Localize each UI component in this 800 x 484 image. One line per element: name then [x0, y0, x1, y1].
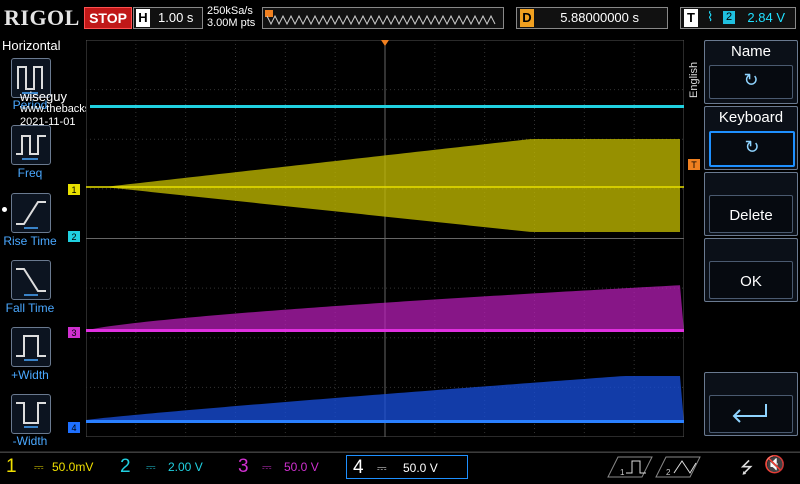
- ok-menu-item[interactable]: OK: [704, 238, 798, 302]
- delete-label: Delete: [729, 207, 773, 224]
- run-stop-indicator[interactable]: STOP: [84, 7, 132, 29]
- trigger-label: T: [684, 9, 698, 27]
- ch2-status[interactable]: 2 ⎓ 2.00 V: [118, 455, 228, 479]
- trigger-box[interactable]: T ⌇ 2 2.84 V: [680, 7, 796, 29]
- brand-logo: RIGOL: [4, 5, 80, 30]
- ch4-trace-baseline: [86, 420, 684, 423]
- page-indicator-dot: [2, 207, 7, 212]
- rotate-icon: ↻: [743, 70, 759, 90]
- fall-time-icon: [16, 268, 46, 296]
- ch1-coupling-icon: ⎓: [34, 460, 44, 474]
- panel-title: Horizontal: [2, 38, 61, 53]
- sample-rate: 250kSa/s: [207, 5, 253, 17]
- freq-icon: [16, 135, 46, 160]
- ch1-scale: 50.0mV: [52, 460, 94, 474]
- ch3-coupling-icon: ⎓: [262, 460, 272, 474]
- enter-icon: [732, 404, 767, 423]
- view-window-marker: [265, 10, 273, 17]
- timebase-label: H: [136, 9, 150, 27]
- keyboard-label: Keyboard: [718, 109, 784, 126]
- keyboard-menu-item[interactable]: Keyboard ↻: [704, 106, 798, 170]
- generator-1-icon[interactable]: 1: [607, 456, 653, 478]
- ch2-scale: 2.00 V: [168, 460, 203, 474]
- ch4-scale: 50.0 V: [403, 461, 438, 475]
- neg-width-button[interactable]: [11, 394, 51, 434]
- pos-width-button[interactable]: [11, 327, 51, 367]
- svg-text:2: 2: [666, 468, 671, 477]
- ch3-number: 3: [238, 456, 249, 477]
- generator-2-icon[interactable]: 2: [655, 456, 701, 478]
- pos-width-icon: [16, 335, 46, 361]
- ch4-marker-label: 4: [71, 423, 76, 433]
- ch3-trace-baseline: [86, 329, 684, 332]
- ch1-marker-label: 1: [71, 185, 76, 195]
- keyboard-knob-area[interactable]: ↻: [709, 131, 795, 167]
- ch4-coupling-icon: ⎓: [377, 461, 387, 475]
- memory-overview-waveform: [265, 10, 496, 26]
- rise-time-button[interactable]: [11, 193, 51, 233]
- ok-label: OK: [740, 273, 762, 290]
- fall-time-button[interactable]: [11, 260, 51, 300]
- enter-menu-item[interactable]: [704, 372, 798, 436]
- speaker-muted-icon[interactable]: 🔇: [764, 455, 785, 475]
- delay-box[interactable]: D 5.88000000 s: [516, 7, 668, 29]
- memory-overview-bar[interactable]: [262, 7, 504, 29]
- acquisition-info: 250kSa/s 3.00M pts: [207, 5, 255, 29]
- trigger-source: 2: [723, 11, 735, 24]
- rise-time-label: Rise Time: [3, 234, 57, 248]
- waveform-generator-indicators: 1 2: [607, 456, 701, 478]
- timebase-box[interactable]: H 1.00 s: [133, 7, 203, 29]
- channel-markers: 1 2 3 4: [68, 184, 80, 433]
- ch4-number: 4: [353, 457, 364, 478]
- ch1-status[interactable]: 1 ⎓ 50.0mV: [4, 455, 110, 479]
- rotate-icon: ↻: [744, 137, 760, 157]
- trigger-level-marker-label: T: [691, 160, 697, 170]
- waveform-display[interactable]: [86, 40, 684, 437]
- ch2-trace: [90, 105, 684, 108]
- name-menu-item[interactable]: Name ↻: [704, 40, 798, 104]
- delete-menu-item[interactable]: Delete: [704, 172, 798, 236]
- fall-time-label: Fall Time: [5, 301, 55, 315]
- ch3-scale: 50.0 V: [284, 460, 319, 474]
- language-tab[interactable]: English: [688, 48, 702, 98]
- delay-label: D: [520, 9, 534, 27]
- name-knob-area[interactable]: ↻: [709, 65, 793, 99]
- timebase-value: 1.00 s: [158, 10, 194, 25]
- overview-trace: [266, 14, 496, 26]
- ch2-marker-label: 2: [71, 232, 76, 242]
- bottom-divider: [0, 451, 800, 453]
- pos-width-label: +Width: [11, 368, 49, 382]
- freq-label: Freq: [17, 166, 43, 180]
- delay-value: 5.88000000 s: [560, 10, 639, 25]
- memory-depth: 3.00M pts: [207, 17, 256, 29]
- ch2-coupling-icon: ⎓: [146, 460, 156, 474]
- rise-time-icon: [16, 201, 46, 229]
- svg-text:1: 1: [620, 468, 625, 477]
- name-label: Name: [730, 43, 771, 60]
- freq-button[interactable]: [11, 125, 51, 165]
- ch3-status[interactable]: 3 ⎓ 50.0 V: [234, 455, 344, 479]
- ch3-marker-label: 3: [71, 328, 76, 338]
- ch1-number: 1: [6, 456, 17, 477]
- ch2-number: 2: [120, 456, 131, 477]
- neg-width-icon: [16, 402, 46, 428]
- trigger-level: 2.84 V: [747, 10, 785, 25]
- ch4-status[interactable]: 4 ⎓ 50.0 V: [346, 455, 468, 479]
- rising-edge-icon: ⌇: [707, 9, 714, 24]
- trigger-level-marker[interactable]: T: [686, 158, 702, 172]
- enter-button-frame: [709, 395, 793, 433]
